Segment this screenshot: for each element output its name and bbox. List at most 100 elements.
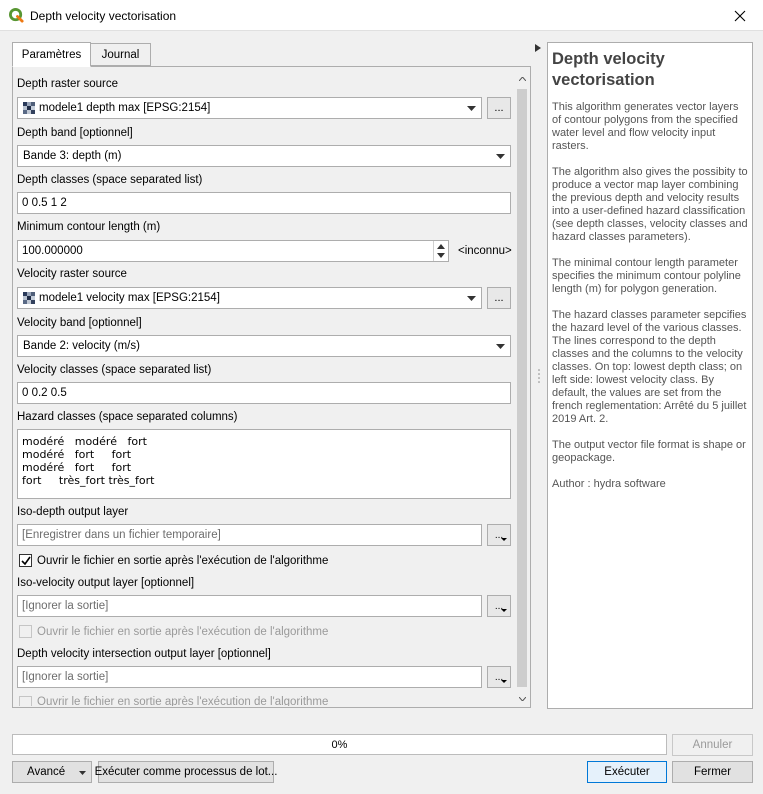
iso-depth-open-checkbox[interactable] bbox=[19, 554, 32, 567]
depth-band-value: Bande 3: depth (m) bbox=[23, 150, 122, 162]
browse-label: ... bbox=[494, 292, 504, 304]
raster-layer-icon bbox=[23, 102, 35, 114]
hazard-row: fort très_fort très_fort bbox=[22, 474, 155, 487]
velocity-band-label: Velocity band [optionnel] bbox=[17, 317, 142, 329]
scroll-thumb[interactable] bbox=[517, 89, 527, 687]
velocity-raster-browse-button[interactable]: ... bbox=[487, 287, 511, 309]
velocity-classes-label: Velocity classes (space separated list) bbox=[17, 364, 212, 376]
iso-velocity-browse-button[interactable]: ... bbox=[487, 595, 511, 617]
splitter-handle-icon[interactable] bbox=[538, 368, 540, 384]
advanced-button[interactable]: Avancé bbox=[12, 761, 92, 783]
close-button[interactable]: Fermer bbox=[672, 761, 753, 783]
chevron-down-icon bbox=[496, 154, 505, 159]
depth-raster-browse-button[interactable]: ... bbox=[487, 97, 511, 119]
parameters-scrollbar[interactable] bbox=[515, 72, 529, 706]
intersection-open-checkbox-row: Ouvrir le fichier en sortie après l'exéc… bbox=[19, 696, 328, 706]
min-contour-spinbox[interactable]: 100.000000 bbox=[17, 240, 449, 262]
tab-journal[interactable]: Journal bbox=[90, 43, 151, 66]
hazard-row: modéré modéré fort bbox=[22, 435, 147, 448]
velocity-classes-value: 0 0.2 0.5 bbox=[22, 387, 67, 399]
close-window-button[interactable] bbox=[717, 0, 763, 31]
checkmark-icon bbox=[21, 556, 31, 566]
depth-classes-label: Depth classes (space separated list) bbox=[17, 174, 203, 186]
hazard-classes-label: Hazard classes (space separated columns) bbox=[17, 411, 238, 423]
progress-text: 0% bbox=[331, 738, 348, 751]
browse-label: ... bbox=[494, 102, 504, 114]
iso-velocity-label: Iso-velocity output layer [optionnel] bbox=[17, 577, 195, 589]
help-title: Depth velocity vectorisation bbox=[552, 50, 665, 89]
hazard-row: modéré fort fort bbox=[22, 448, 132, 461]
depth-raster-label: Depth raster source bbox=[17, 78, 118, 90]
depth-band-label: Depth band [optionnel] bbox=[17, 127, 133, 139]
browse-label: ... bbox=[494, 600, 504, 612]
intersection-open-checkbox bbox=[19, 696, 32, 706]
help-paragraph: This algorithm generates vector layers o… bbox=[552, 101, 739, 152]
depth-raster-combo[interactable]: modele1 depth max [EPSG:2154] bbox=[17, 97, 482, 119]
depth-classes-input[interactable]: 0 0.5 1 2 bbox=[17, 192, 511, 214]
velocity-raster-label: Velocity raster source bbox=[17, 268, 127, 280]
min-contour-unit: <inconnu> bbox=[458, 245, 512, 257]
iso-velocity-open-checkbox bbox=[19, 625, 32, 638]
iso-depth-output-input[interactable]: [Enregistrer dans un fichier temporaire] bbox=[17, 524, 482, 546]
help-paragraph: The hazard classes parameter sepcifies t… bbox=[552, 309, 747, 425]
depth-band-combo[interactable]: Bande 3: depth (m) bbox=[17, 145, 511, 167]
chevron-down-icon bbox=[79, 771, 86, 775]
help-paragraph: The output vector file format is shape o… bbox=[552, 439, 746, 464]
min-contour-label: Minimum contour length (m) bbox=[17, 221, 161, 233]
intersection-output-input[interactable]: [Ignorer la sortie] bbox=[17, 666, 482, 688]
qgis-logo-icon bbox=[9, 8, 24, 23]
tab-parametres-label: Paramètres bbox=[21, 48, 82, 61]
cancel-button[interactable]: Annuler bbox=[672, 734, 753, 756]
close-label: Fermer bbox=[693, 766, 732, 778]
run-label: Exécuter bbox=[604, 766, 650, 778]
velocity-raster-combo[interactable]: modele1 velocity max [EPSG:2154] bbox=[17, 287, 482, 309]
intersection-placeholder: [Ignorer la sortie] bbox=[22, 671, 109, 683]
spin-down-icon[interactable] bbox=[437, 253, 445, 258]
help-paragraph: The algorithm also gives the possibity t… bbox=[552, 166, 748, 243]
iso-depth-browse-button[interactable]: ... bbox=[487, 524, 511, 546]
browse-label: ... bbox=[494, 671, 504, 683]
iso-depth-label: Iso-depth output layer bbox=[17, 506, 129, 518]
hazard-row: modéré fort fort bbox=[22, 461, 132, 474]
run-button[interactable]: Exécuter bbox=[587, 761, 667, 783]
iso-velocity-open-checkbox-row: Ouvrir le fichier en sortie après l'exéc… bbox=[19, 625, 328, 638]
help-author: Author : hydra software bbox=[552, 478, 666, 490]
hazard-classes-textarea[interactable]: modéré modéré fort modéré fort fort modé… bbox=[17, 429, 511, 499]
cancel-label: Annuler bbox=[692, 739, 733, 751]
intersection-open-label: Ouvrir le fichier en sortie après l'exéc… bbox=[37, 696, 329, 706]
velocity-classes-input[interactable]: 0 0.2 0.5 bbox=[17, 382, 511, 404]
depth-classes-value: 0 0.5 1 2 bbox=[22, 197, 67, 209]
tab-parametres[interactable]: Paramètres bbox=[12, 42, 91, 67]
depth-raster-value: modele1 depth max [EPSG:2154] bbox=[39, 102, 211, 114]
collapse-arrow-icon[interactable] bbox=[535, 44, 541, 52]
intersection-label: Depth velocity intersection output layer… bbox=[17, 648, 271, 660]
intersection-browse-button[interactable]: ... bbox=[487, 666, 511, 688]
window-title: Depth velocity vectorisation bbox=[30, 9, 177, 23]
iso-velocity-output-input[interactable]: [Ignorer la sortie] bbox=[17, 595, 482, 617]
title-bar: Depth velocity vectorisation bbox=[0, 0, 763, 31]
chevron-down-icon bbox=[496, 344, 505, 349]
help-paragraph: The minimal contour length parameter spe… bbox=[552, 257, 741, 295]
progress-bar: 0% bbox=[12, 734, 667, 755]
run-as-batch-button[interactable]: Exécuter comme processus de lot... bbox=[95, 761, 277, 783]
help-panel: Depth velocity vectorisation This algori… bbox=[547, 42, 753, 709]
tab-journal-label: Journal bbox=[101, 48, 140, 61]
iso-depth-open-checkbox-row[interactable]: Ouvrir le fichier en sortie après l'exéc… bbox=[19, 554, 328, 567]
velocity-band-combo[interactable]: Bande 2: velocity (m/s) bbox=[17, 335, 511, 357]
spin-up-icon[interactable] bbox=[437, 244, 445, 249]
batch-label: Exécuter comme processus de lot... bbox=[94, 766, 278, 778]
raster-layer-icon bbox=[23, 292, 35, 304]
iso-velocity-open-label: Ouvrir le fichier en sortie après l'exéc… bbox=[37, 625, 329, 638]
iso-velocity-placeholder: [Ignorer la sortie] bbox=[22, 600, 109, 612]
browse-label: ... bbox=[494, 529, 504, 541]
chevron-down-icon bbox=[518, 697, 526, 701]
advanced-label: Avancé bbox=[27, 766, 66, 778]
velocity-raster-value: modele1 velocity max [EPSG:2154] bbox=[39, 292, 220, 304]
scroll-down-button[interactable] bbox=[515, 692, 529, 706]
chevron-up-icon bbox=[518, 77, 526, 81]
scroll-up-button[interactable] bbox=[515, 72, 529, 86]
chevron-down-icon bbox=[467, 296, 476, 301]
min-contour-value: 100.000000 bbox=[22, 245, 83, 257]
spinbox-arrows[interactable] bbox=[433, 241, 448, 261]
chevron-down-icon bbox=[467, 106, 476, 111]
